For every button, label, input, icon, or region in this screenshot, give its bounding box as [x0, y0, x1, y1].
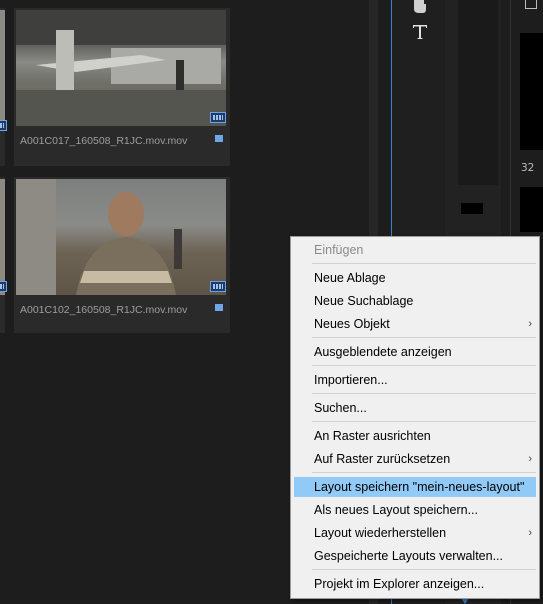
menu-item-manage-saved-layouts[interactable]: Gespeicherte Layouts verwalten...: [294, 546, 536, 566]
clip-thumbnail-partial: [0, 10, 5, 126]
clip-card-partial-2[interactable]: [0, 177, 7, 333]
menu-separator: [312, 393, 536, 394]
clip-name: A001C102_160508_R1JC.mov.mov: [20, 304, 188, 316]
submenu-arrow-icon: ›: [528, 453, 532, 465]
video-clip-icon: [210, 281, 226, 292]
hand-tool-icon[interactable]: [410, 0, 430, 14]
clip-thumbnail: [16, 10, 226, 126]
portrait-scene-image: [16, 179, 182, 295]
clip-marker: [461, 203, 483, 214]
menu-item-new-item[interactable]: Neues Objekt ›: [294, 314, 536, 334]
submenu-arrow-icon: ›: [528, 318, 532, 330]
type-tool-icon[interactable]: [412, 24, 428, 40]
menu-separator: [312, 472, 536, 473]
menu-separator: [312, 365, 536, 366]
video-clip-icon: [210, 112, 226, 123]
menu-item-reveal-in-explorer[interactable]: Projekt im Explorer anzeigen...: [294, 574, 536, 594]
timeline-track-area: [458, 0, 498, 185]
hangar-scene-image: [16, 10, 226, 126]
menu-item-restore-layout[interactable]: Layout wiederherstellen ›: [294, 523, 536, 543]
menu-item-save-layout[interactable]: Layout speichern "mein-neues-layout": [294, 477, 536, 497]
menu-separator: [312, 337, 536, 338]
menu-item-align-to-grid[interactable]: An Raster ausrichten: [294, 426, 536, 446]
menu-separator: [312, 263, 536, 264]
menu-item-reset-to-grid[interactable]: Auf Raster zurücksetzen ›: [294, 449, 536, 469]
clip-thumbnail: [16, 179, 226, 295]
clip-card-partial-1[interactable]: [0, 8, 7, 166]
context-menu: Einfügen Neue Ablage Neue Suchablage Neu…: [290, 236, 540, 599]
menu-separator: [312, 421, 536, 422]
menu-item-new-search-bin[interactable]: Neue Suchablage: [294, 291, 536, 311]
file-icon: [215, 135, 223, 142]
submenu-arrow-icon: ›: [528, 527, 532, 539]
file-icon: [215, 304, 223, 311]
clip-card[interactable]: A001C017_160508_R1JC.mov.mov: [14, 8, 230, 166]
menu-item-save-as-new-layout[interactable]: Als neues Layout speichern...: [294, 500, 536, 520]
clip-thumbnail-partial: [0, 179, 5, 295]
menu-item-import[interactable]: Importieren...: [294, 370, 536, 390]
video-clip-icon: [0, 120, 7, 131]
program-monitor: [520, 33, 543, 150]
video-clip-icon: [0, 281, 7, 292]
checkbox-icon[interactable]: [525, 0, 537, 9]
menu-item-new-bin[interactable]: Neue Ablage: [294, 268, 536, 288]
menu-item-paste: Einfügen: [314, 243, 364, 257]
timecode-fragment: 32: [521, 162, 535, 174]
menu-separator: [312, 569, 536, 570]
clip-name: A001C017_160508_R1JC.mov.mov: [20, 135, 188, 147]
menu-item-find[interactable]: Suchen...: [294, 398, 536, 418]
clip-card[interactable]: A001C102_160508_R1JC.mov.mov: [14, 177, 230, 333]
menu-item-show-hidden[interactable]: Ausgeblendete anzeigen: [294, 342, 536, 362]
program-monitor-lower: [520, 187, 543, 232]
